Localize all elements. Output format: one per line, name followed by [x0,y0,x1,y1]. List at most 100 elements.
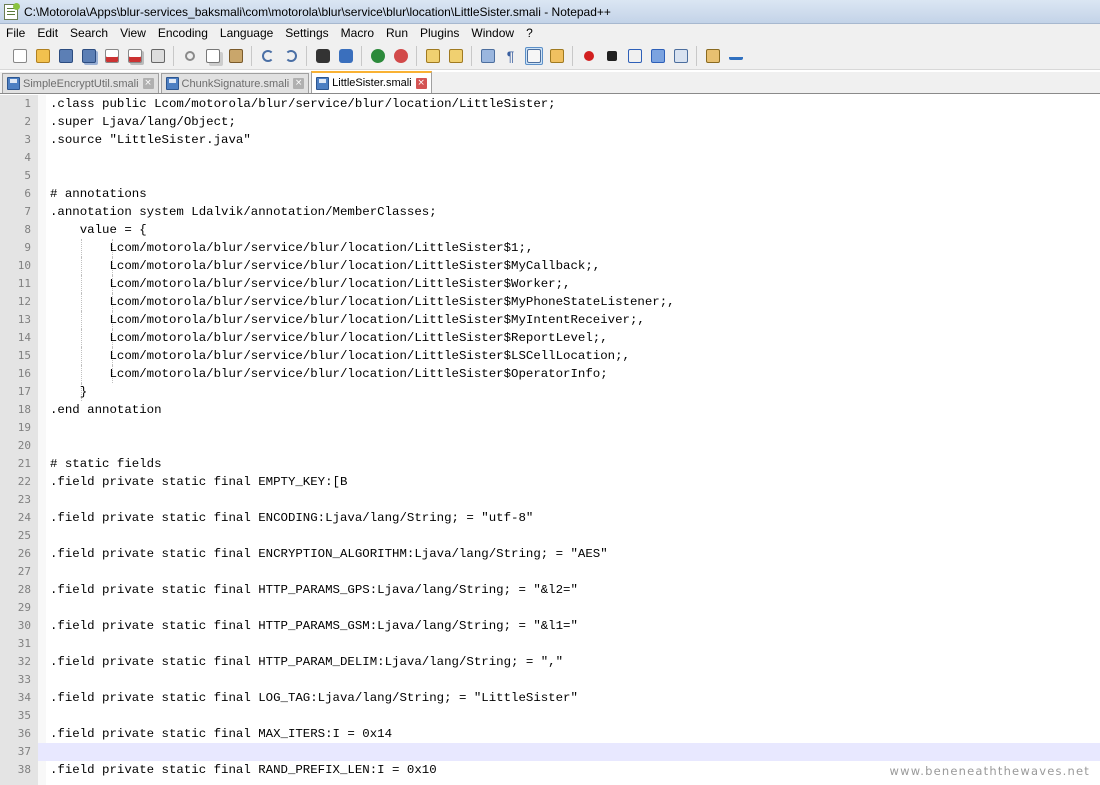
find-button[interactable] [314,47,332,65]
menu-plugins[interactable]: Plugins [414,24,465,42]
code-line[interactable]: 34 .field private static final LOG_TAG:Lj… [0,689,1100,707]
sync-horizontal-button[interactable] [447,47,465,65]
paste-button[interactable] [227,47,245,65]
code-line[interactable]: 33 [0,671,1100,689]
menu-settings[interactable]: Settings [279,24,334,42]
replace-button[interactable] [337,47,355,65]
code-line[interactable]: 18 .end annotation [0,401,1100,419]
close-button[interactable] [103,47,121,65]
stop-record-button[interactable] [603,47,621,65]
code-line[interactable]: 3 .source "LittleSister.java" [0,131,1100,149]
code-line[interactable]: 20 [0,437,1100,455]
window-title: C:\Motorola\Apps\blur-services_baksmali\… [24,4,611,19]
line-number: 10 [0,257,38,275]
code-line[interactable]: 22 .field private static final EMPTY_KEY:… [0,473,1100,491]
toolbar-separator [173,45,174,66]
code-line[interactable]: 30 .field private static final HTTP_PARAM… [0,617,1100,635]
menu-search[interactable]: Search [64,24,114,42]
code-line[interactable]: 17 } [0,383,1100,401]
code-line[interactable]: 19 [0,419,1100,437]
editor[interactable]: 1 .class public Lcom/motorola/blur/servic… [0,95,1100,785]
new-file-icon [12,48,27,63]
line-number: 6 [0,185,38,203]
close-all-button[interactable] [126,47,144,65]
code-line[interactable]: 28 .field private static final HTTP_PARAM… [0,581,1100,599]
menu-language[interactable]: Language [214,24,279,42]
code-line[interactable]: 15 Lcom/motorola/blur/service/blur/locat… [0,347,1100,365]
indent-guide-button[interactable] [524,46,543,65]
play-macro-button[interactable] [626,47,644,65]
code-line[interactable]: 2 .super Ljava/lang/Object; [0,113,1100,131]
code-line[interactable]: 13 Lcom/motorola/blur/service/blur/locat… [0,311,1100,329]
code-line[interactable]: 23 [0,491,1100,509]
menu-run[interactable]: Run [380,24,414,42]
code-line[interactable]: 29 [0,599,1100,617]
line-number: 25 [0,527,38,545]
code-line[interactable]: 36 .field private static final MAX_ITERS:… [0,725,1100,743]
toolbar-separator [416,45,417,66]
spell-check-button[interactable] [727,47,745,65]
menu-encoding[interactable]: Encoding [152,24,214,42]
code-line[interactable]: 4 [0,149,1100,167]
code-line[interactable]: 25 [0,527,1100,545]
record-macro-button[interactable] [580,47,598,65]
sync-horizontal-icon [448,48,463,63]
new-file-button[interactable] [11,47,29,65]
undo-button[interactable] [259,47,277,65]
close-tab-icon[interactable]: × [293,78,305,89]
save-button[interactable] [57,47,75,65]
line-number: 11 [0,275,38,293]
code-line[interactable]: 32 .field private static final HTTP_PARAM… [0,653,1100,671]
print-button[interactable] [149,47,167,65]
menu-bar: File Edit Search View Encoding Language Settin… [0,24,1100,42]
menu-help[interactable]: ? [520,24,539,42]
menu-macro[interactable]: Macro [335,24,380,42]
code-line[interactable]: 16 Lcom/motorola/blur/service/blur/locat… [0,365,1100,383]
close-tab-icon[interactable]: × [415,77,427,89]
copy-button[interactable] [204,47,222,65]
zoom-out-button[interactable] [392,47,410,65]
tab-littlesister-smali[interactable]: LittleSister.smali × [311,71,432,93]
code-line[interactable]: 12 Lcom/motorola/blur/service/blur/locat… [0,293,1100,311]
save-macro-button[interactable] [672,47,690,65]
line-number: 38 [0,761,38,779]
code-line[interactable]: 14 Lcom/motorola/blur/service/blur/locat… [0,329,1100,347]
print-icon [150,48,165,63]
zoom-in-button[interactable] [369,47,387,65]
close-tab-icon[interactable]: × [142,78,154,89]
word-wrap-button[interactable] [479,47,497,65]
code-line[interactable]: 7 .annotation system Ldalvik/annotation/M… [0,203,1100,221]
save-all-button[interactable] [80,47,98,65]
tab-chunksignature-smali[interactable]: ChunkSignature.smali × [160,73,310,93]
code-line[interactable]: 6 # annotations [0,185,1100,203]
code-line[interactable]: 9 Lcom/motorola/blur/service/blur/locati… [0,239,1100,257]
redo-button[interactable] [282,47,300,65]
cut-button[interactable] [181,47,199,65]
menu-window[interactable]: Window [465,24,520,42]
code-line[interactable]: 8 value = { [0,221,1100,239]
code-line[interactable]: 31 [0,635,1100,653]
code-line[interactable]: 26 .field private static final ENCRYPTION… [0,545,1100,563]
code-line[interactable]: 21 # static fields [0,455,1100,473]
menu-file[interactable]: File [0,24,31,42]
line-number: 9 [0,239,38,257]
plugin-button[interactable] [704,47,722,65]
show-all-chars-button[interactable]: ¶ [502,47,520,65]
code-line[interactable]: 1 .class public Lcom/motorola/blur/servic… [0,95,1100,113]
code-line[interactable]: 10 Lcom/motorola/blur/service/blur/locat… [0,257,1100,275]
code-line[interactable]: 5 [0,167,1100,185]
menu-edit[interactable]: Edit [31,24,64,42]
code-line[interactable]: 27 [0,563,1100,581]
tab-simpleencryptutil-smali[interactable]: SimpleEncryptUtil.smali × [2,73,159,93]
open-file-button[interactable] [34,47,52,65]
code-line[interactable]: 11 Lcom/motorola/blur/service/blur/locat… [0,275,1100,293]
code-line[interactable]: 35 [0,707,1100,725]
function-list-button[interactable] [548,47,566,65]
code-line[interactable]: 37 [0,743,1100,761]
code-text: .field private static final HTTP_PARAM_D… [50,655,564,669]
run-macro-multiple-button[interactable] [649,47,667,65]
code-line[interactable]: 24 .field private static final ENCODING:L… [0,509,1100,527]
menu-view[interactable]: View [114,24,152,42]
sync-vertical-button[interactable] [424,47,442,65]
line-number: 14 [0,329,38,347]
